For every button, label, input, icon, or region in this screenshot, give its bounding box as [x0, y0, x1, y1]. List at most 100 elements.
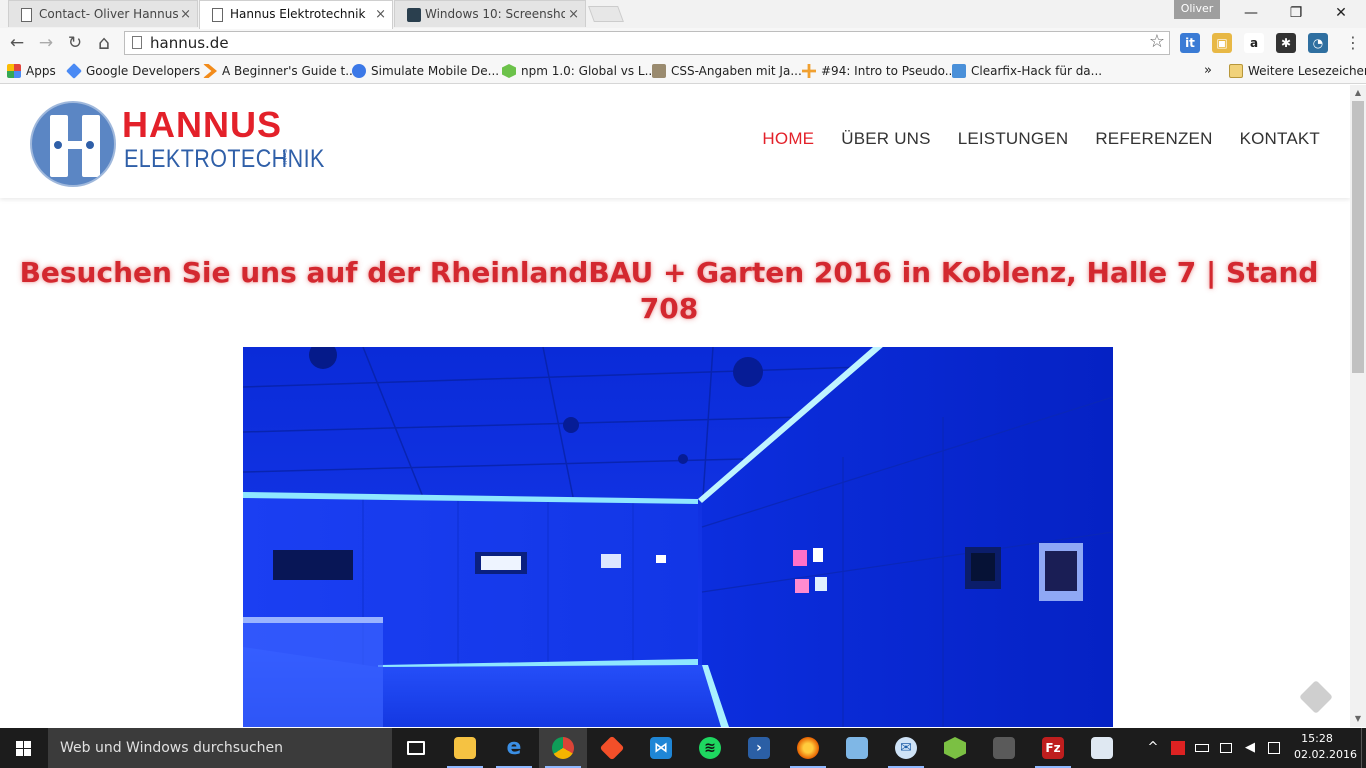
clock-date: 02.02.2016: [1294, 748, 1357, 761]
bookmark-css-angaben[interactable]: CSS-Angaben mit Ja...: [652, 62, 802, 80]
site-header: HANNUS ELEKTROTECHNIK GmbH HOME ÜBER UNS L…: [0, 85, 1350, 198]
site-favicon-icon: [407, 8, 421, 22]
close-icon[interactable]: ×: [180, 1, 191, 27]
profile-button[interactable]: Oliver: [1174, 0, 1220, 19]
bookmark-apps[interactable]: Apps: [7, 62, 56, 80]
browser-tab-strip: Contact- Oliver Hannus - F × Hannus Elek…: [0, 0, 1366, 29]
new-tab-button[interactable]: [588, 6, 624, 22]
windows-logo-icon: [16, 741, 32, 756]
scroll-thumb[interactable]: [1352, 101, 1364, 373]
volume-icon[interactable]: ◀: [1240, 728, 1260, 768]
taskbar-filezilla[interactable]: Fz: [1029, 728, 1077, 768]
maximize-button[interactable]: ❐: [1273, 0, 1319, 26]
company-logo[interactable]: HANNUS ELEKTROTECHNIK GmbH: [30, 101, 324, 189]
feedback-widget-icon[interactable]: [1299, 680, 1333, 714]
bookmark-label: Weitere Lesezeichen: [1248, 64, 1366, 78]
extension-asterisk-icon[interactable]: ✱: [1276, 33, 1296, 53]
taskbar-visual-studio[interactable]: ⋈: [637, 728, 685, 768]
book-icon: [652, 64, 666, 78]
taskbar-remote-desktop[interactable]: [1078, 728, 1126, 768]
taskbar-chrome[interactable]: [539, 728, 587, 768]
url-text[interactable]: hannus.de: [150, 34, 229, 52]
bookmark-google-developers[interactable]: Google Developers: [66, 62, 201, 80]
back-button[interactable]: ←: [5, 31, 29, 55]
taskbar-thunderbird[interactable]: ✉: [882, 728, 930, 768]
bookmark-label: CSS-Angaben mit Ja...: [671, 64, 802, 78]
nav-home[interactable]: HOME: [762, 129, 814, 149]
windows-taskbar: Web und Windows durchsuchen e ⋈ ≋ › ✉ Fz…: [0, 728, 1366, 768]
page-icon: [132, 36, 142, 49]
firefox-icon: [797, 737, 819, 759]
extension-it-icon[interactable]: it: [1180, 33, 1200, 53]
logo-subtitle: ELEKTROTECHNIK: [124, 145, 325, 173]
taskbar-spotify[interactable]: ≋: [686, 728, 734, 768]
bookmark-label: Apps: [26, 64, 56, 78]
task-view-button[interactable]: [392, 728, 440, 768]
thunderbird-icon: ✉: [895, 737, 917, 759]
bookmark-npm[interactable]: npm 1.0: Global vs L...: [502, 62, 656, 80]
close-window-button[interactable]: ✕: [1318, 0, 1364, 26]
system-clock[interactable]: 15:28 02.02.2016: [1294, 731, 1357, 763]
tab-windows-10[interactable]: Windows 10: Screenshot e ×: [394, 0, 586, 27]
start-button[interactable]: [0, 728, 48, 768]
clock-time: 15:28: [1301, 732, 1333, 745]
taskbar-file-explorer[interactable]: [441, 728, 489, 768]
scroll-down-arrow-icon[interactable]: ▼: [1350, 711, 1366, 727]
taskbar-git[interactable]: [588, 728, 636, 768]
close-icon[interactable]: ×: [375, 1, 386, 28]
extension-wave-icon[interactable]: ◔: [1308, 33, 1328, 53]
web-page: HANNUS ELEKTROTECHNIK GmbH HOME ÜBER UNS L…: [0, 85, 1350, 727]
other-bookmarks-folder[interactable]: Weitere Lesezeichen: [1229, 62, 1366, 80]
apps-grid-icon: [7, 64, 21, 78]
extension-box-icon[interactable]: ▣: [1212, 33, 1232, 53]
bookmark-clearfix-hack[interactable]: Clearfix-Hack für da...: [952, 62, 1102, 80]
page-icon: [212, 8, 223, 22]
nav-kontakt[interactable]: KONTAKT: [1240, 129, 1320, 149]
scroll-up-arrow-icon[interactable]: ▲: [1350, 85, 1366, 101]
page-icon: [21, 8, 32, 22]
bookmark-beginners-guide[interactable]: A Beginner's Guide t...: [203, 62, 357, 80]
taskbar-sourcetree[interactable]: [980, 728, 1028, 768]
battery-icon[interactable]: [1192, 728, 1212, 768]
forward-button[interactable]: →: [34, 31, 58, 55]
taskbar-edge[interactable]: e: [490, 728, 538, 768]
bookmark-intro-pseudo[interactable]: #94: Intro to Pseudo...: [802, 62, 956, 80]
taskbar-firefox[interactable]: [784, 728, 832, 768]
chrome-menu-icon[interactable]: ⋮: [1345, 33, 1361, 53]
buildings-icon: [846, 737, 868, 759]
show-desktop-button[interactable]: [1361, 728, 1366, 768]
taskbar-powershell[interactable]: ›: [735, 728, 783, 768]
logo-name: HANNUS: [122, 104, 283, 145]
bookmark-label: Google Developers: [86, 64, 201, 78]
taskbar-node[interactable]: [931, 728, 979, 768]
tray-app-icon[interactable]: [1168, 728, 1188, 768]
reload-button[interactable]: ↻: [63, 31, 87, 55]
git-icon: [599, 735, 625, 761]
close-icon[interactable]: ×: [568, 1, 579, 27]
tab-title: Windows 10: Screenshot e: [425, 7, 565, 21]
amazon-extension-icon[interactable]: a: [1244, 33, 1264, 53]
minimize-button[interactable]: —: [1228, 0, 1274, 26]
tray-overflow-chevron-icon[interactable]: ^: [1144, 728, 1162, 768]
blue-led-room-illustration: [243, 347, 1113, 727]
main-navigation: HOME ÜBER UNS LEISTUNGEN REFERENZEN KONTAKT: [735, 129, 1320, 151]
spotify-icon: ≋: [699, 737, 721, 759]
tab-contact[interactable]: Contact- Oliver Hannus - F ×: [8, 0, 198, 27]
tab-hannus[interactable]: Hannus Elektrotechnik Gm ×: [199, 0, 393, 29]
address-bar[interactable]: hannus.de ☆: [124, 31, 1170, 55]
nav-referenzen[interactable]: REFERENZEN: [1095, 129, 1212, 149]
page-scrollbar[interactable]: ▲ ▼: [1350, 85, 1366, 727]
notifications-icon[interactable]: [1264, 728, 1284, 768]
bookmark-simulate-mobile[interactable]: Simulate Mobile De...: [352, 62, 499, 80]
network-icon[interactable]: [1216, 728, 1236, 768]
logo-suffix: GmbH: [281, 149, 287, 165]
nav-ueber-uns[interactable]: ÜBER UNS: [841, 129, 930, 149]
bookmarks-overflow-button[interactable]: »: [1204, 62, 1212, 80]
taskbar-search-box[interactable]: Web und Windows durchsuchen: [48, 728, 392, 768]
nav-leistungen[interactable]: LEISTUNGEN: [958, 129, 1069, 149]
taskbar-network-app[interactable]: [833, 728, 881, 768]
home-button[interactable]: ⌂: [92, 31, 116, 55]
bookmark-star-icon[interactable]: ☆: [1149, 31, 1165, 52]
folder-icon: [1229, 64, 1243, 78]
google-developers-icon: [66, 63, 82, 79]
